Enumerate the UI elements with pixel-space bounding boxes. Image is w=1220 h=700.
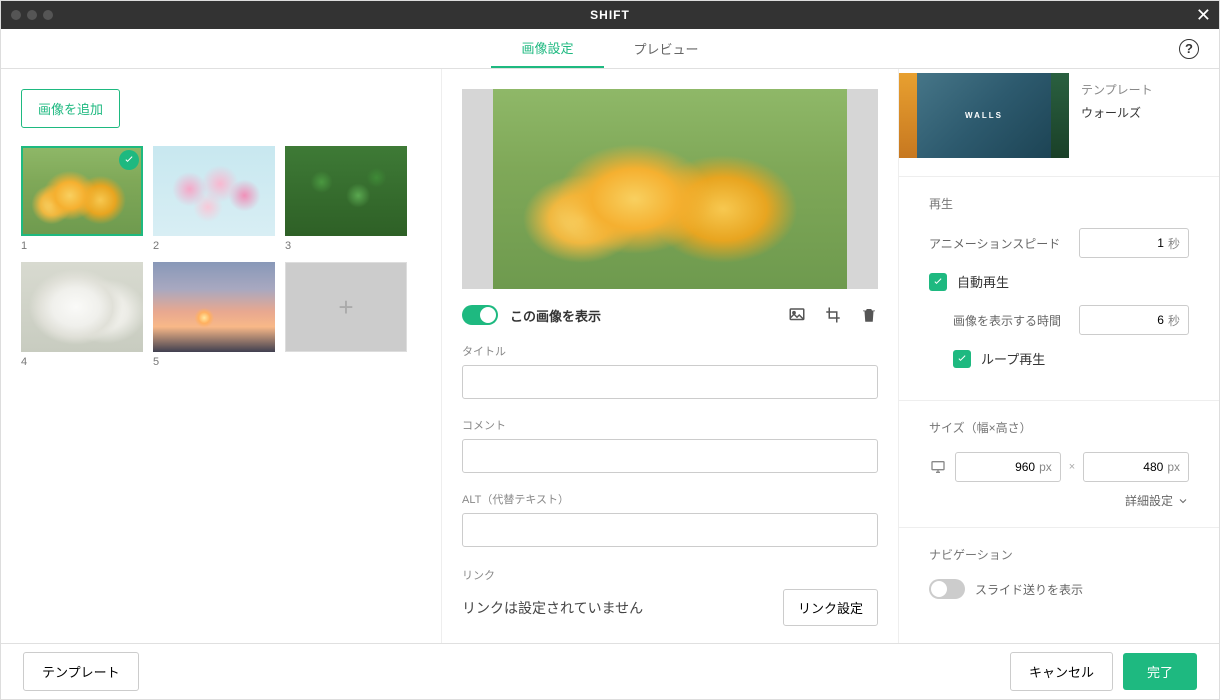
nav-title: ナビゲーション [929,546,1189,563]
comment-input[interactable] [462,439,878,473]
footer: テンプレート キャンセル 完了 [1,643,1219,699]
autoplay-label: 自動再生 [957,272,1009,291]
speed-label: アニメーションスピード [929,235,1060,252]
tab-bar: 画像設定 プレビュー ? [1,29,1219,69]
height-input[interactable] [1092,460,1163,474]
tab-settings[interactable]: 画像設定 [491,29,603,68]
traffic-close[interactable] [11,10,21,20]
thumbnail-4[interactable] [21,262,143,352]
left-panel: 画像を追加 1 2 3 4 [1,69,441,643]
slide-nav-label: スライド送りを表示 [975,581,1083,598]
chevron-down-icon [1177,495,1189,507]
add-thumbnail-button[interactable]: + [285,262,407,352]
image-preview [462,89,878,289]
thumb-label: 2 [153,240,275,252]
thumbnail-3[interactable] [285,146,407,236]
thumb-label: 1 [21,240,143,252]
traffic-max[interactable] [43,10,53,20]
title-input[interactable] [462,365,878,399]
speed-unit: 秒 [1168,235,1180,252]
detail-label: 詳細設定 [1125,492,1173,509]
close-icon[interactable]: ✕ [1196,5,1211,26]
width-unit: px [1039,460,1052,474]
link-label: リンク [462,567,878,583]
app-title: SHIFT [590,8,630,22]
traffic-min[interactable] [27,10,37,20]
height-unit: px [1167,460,1180,474]
link-empty-text: リンクは設定されていません [462,598,643,618]
width-input[interactable] [964,460,1035,474]
link-settings-button[interactable]: リンク設定 [783,589,878,626]
image-icon[interactable] [788,306,806,324]
tab-preview[interactable]: プレビュー [604,29,729,68]
thumbnail-1[interactable] [21,146,143,236]
crop-icon[interactable] [824,306,842,324]
detail-settings-link[interactable]: 詳細設定 [929,492,1189,509]
check-icon [119,150,139,170]
speed-input[interactable] [1088,236,1164,250]
slide-nav-toggle[interactable] [929,579,965,599]
template-thumbnail[interactable]: WALLS [899,73,1069,158]
show-image-toggle[interactable] [462,305,498,325]
loop-checkbox[interactable] [953,350,971,368]
add-image-button[interactable]: 画像を追加 [21,89,120,128]
alt-input[interactable] [462,513,878,547]
template-name: ウォールズ [1081,104,1201,121]
trash-icon[interactable] [860,306,878,324]
size-sep: × [1069,461,1075,473]
thumbnail-2[interactable] [153,146,275,236]
monitor-icon [929,459,947,475]
template-button[interactable]: テンプレート [23,652,139,691]
done-button[interactable]: 完了 [1123,653,1197,690]
template-label: テンプレート [1081,81,1201,98]
thumb-label: 3 [285,240,407,252]
thumb-label: 4 [21,356,143,368]
right-panel: WALLS テンプレート ウォールズ 再生 アニメーションスピード 秒 [899,69,1219,643]
autoplay-checkbox[interactable] [929,273,947,291]
center-panel: この画像を表示 タイトル コメント ALT（代替テキスト） リンク [441,69,899,643]
show-image-label: この画像を表示 [510,306,601,325]
title-label: タイトル [462,343,878,359]
help-icon[interactable]: ? [1179,39,1199,59]
cancel-button[interactable]: キャンセル [1010,652,1113,691]
template-walls-label: WALLS [965,111,1003,120]
comment-label: コメント [462,417,878,433]
size-title: サイズ（幅×高さ） [929,419,1189,436]
duration-label: 画像を表示する時間 [953,312,1061,329]
duration-unit: 秒 [1168,312,1180,329]
alt-label: ALT（代替テキスト） [462,491,878,507]
thumb-label: 5 [153,356,275,368]
duration-input[interactable] [1088,313,1164,327]
loop-label: ループ再生 [981,349,1045,368]
titlebar: SHIFT ✕ [1,1,1219,29]
playback-title: 再生 [929,195,1189,212]
thumbnail-5[interactable] [153,262,275,352]
